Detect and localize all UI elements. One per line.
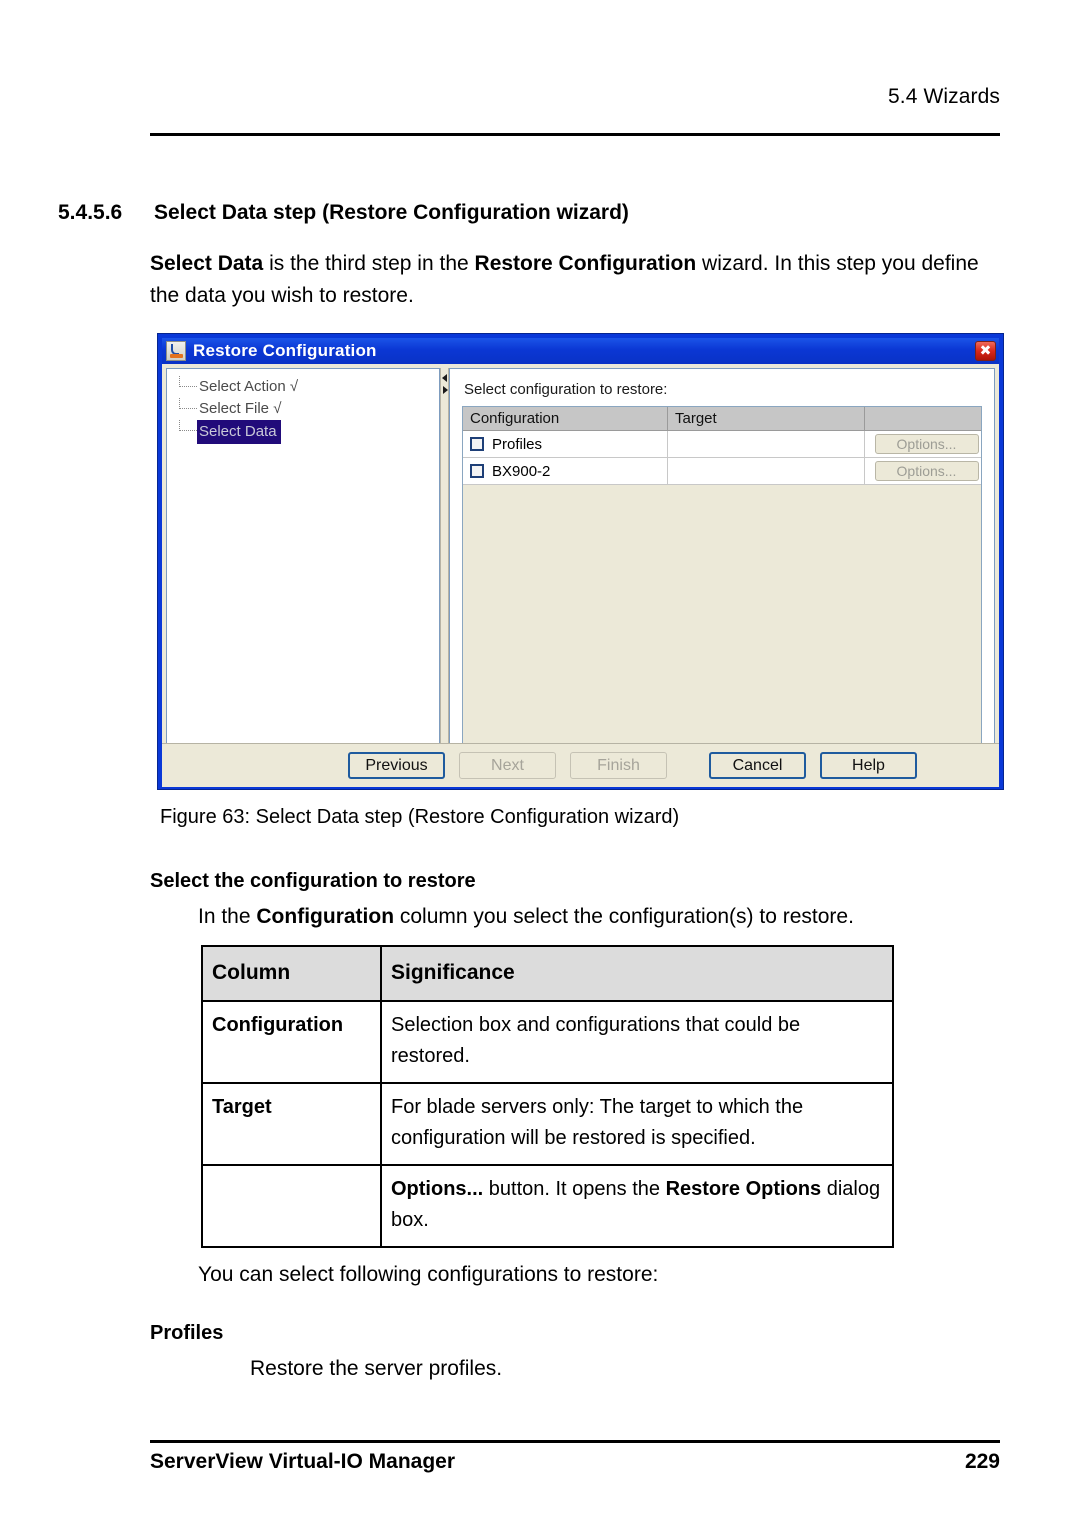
section-title: Select Data step (Restore Configuration … [154, 201, 629, 224]
options-bold-2: Restore Options [665, 1178, 822, 1200]
cell-options: Options... [865, 431, 981, 457]
cancel-button[interactable]: Cancel [709, 752, 806, 779]
cfg-text-post: column you select the configuration(s) t… [394, 905, 854, 928]
wizard-step-tree[interactable]: Select Action √ Select File √ Select Dat… [166, 368, 440, 779]
cfg-text-pre: In the [198, 905, 257, 928]
wizard-content-pane: Select configuration to restore: Configu… [449, 368, 995, 779]
column-header-configuration[interactable]: Configuration [463, 407, 668, 430]
document-page: 5.4 Wizards 5.4.5.6 Select Data step (Res… [0, 0, 1080, 1531]
section-number: 5.4.5.6 [58, 201, 123, 224]
table-row: Options... button. It opens the Restore … [201, 1164, 894, 1248]
options-bold-1: Options... [391, 1178, 484, 1200]
table-row[interactable]: Profiles Options... [463, 431, 981, 458]
tree-item-label: Select Data [197, 420, 281, 444]
table-header-row: Configuration Target [463, 407, 981, 431]
row-significance-options: Options... button. It opens the Restore … [380, 1164, 894, 1248]
figure-caption: Figure 63: Select Data step (Restore Con… [160, 806, 680, 828]
intro-bold-2: Restore Configuration [474, 252, 697, 275]
options-text-mid: button. It opens the [483, 1178, 666, 1200]
cell-options: Options... [865, 458, 981, 484]
restore-configuration-dialog: Restore Configuration ✖ Select Action √ … [157, 333, 1004, 790]
significance-table: Column Significance Configuration Select… [201, 945, 894, 1248]
cfg-text-bold: Configuration [256, 905, 395, 928]
dialog-title-bar: Restore Configuration ✖ [162, 338, 999, 364]
footer-page-number: 229 [964, 1450, 1000, 1473]
subheading-profiles: Profiles [150, 1322, 224, 1344]
next-button: Next [459, 752, 556, 779]
cell-configuration[interactable]: Profiles [463, 431, 668, 457]
table-row: Configuration Selection box and configur… [201, 1000, 894, 1084]
configuration-table[interactable]: Configuration Target Profiles Options... [462, 406, 982, 744]
cell-configuration[interactable]: BX900-2 [463, 458, 668, 484]
column-header-options[interactable] [865, 407, 981, 430]
options-button[interactable]: Options... [874, 434, 979, 454]
intro-bold-1: Select Data [150, 252, 264, 275]
configuration-name: Profiles [492, 435, 543, 453]
table-row: Target For blade servers only: The targe… [201, 1082, 894, 1166]
row-significance: For blade servers only: The target to wh… [380, 1082, 894, 1166]
dialog-title: Restore Configuration [193, 341, 377, 360]
running-head: 5.4 Wizards [888, 85, 1000, 108]
table-header-row: Column Significance [201, 945, 894, 1002]
profiles-description: Restore the server profiles. [250, 1357, 503, 1380]
cell-target[interactable] [668, 431, 865, 457]
tree-item-label: Select Action √ [199, 378, 299, 395]
tree-elbow-icon [179, 398, 197, 409]
table-empty-area [463, 485, 981, 743]
header-significance: Significance [380, 945, 894, 1002]
tree-elbow-icon [179, 376, 197, 387]
options-button[interactable]: Options... [874, 461, 979, 481]
row-column-name: Configuration [201, 1000, 382, 1084]
subheading-select-configuration: Select the configuration to restore [150, 870, 476, 892]
row-column-name [201, 1164, 382, 1248]
checkbox-icon[interactable] [470, 437, 484, 451]
configuration-column-paragraph: In the Configuration column you select t… [198, 901, 998, 933]
finish-button: Finish [570, 752, 667, 779]
configuration-name: BX900-2 [492, 462, 551, 480]
tree-elbow-icon [179, 420, 197, 431]
pane-instruction-label: Select configuration to restore: [464, 381, 668, 398]
java-coffee-cup-icon [166, 341, 186, 361]
intro-text-1: is the third step in the [263, 252, 475, 275]
cell-target[interactable] [668, 458, 865, 484]
section-heading: 5.4.5.6 Select Data step (Restore Configu… [58, 201, 629, 225]
tree-item-select-action[interactable]: Select Action √ [173, 376, 439, 398]
checkbox-icon[interactable] [470, 464, 484, 478]
dialog-body: Select Action √ Select File √ Select Dat… [162, 364, 999, 783]
row-significance: Selection box and configurations that co… [380, 1000, 894, 1084]
dialog-button-bar: Previous Next Finish Cancel Help [162, 743, 999, 787]
header-column: Column [201, 945, 382, 1002]
you-can-select-paragraph: You can select following configurations … [198, 1263, 659, 1286]
header-rule [150, 133, 1000, 136]
help-button[interactable]: Help [820, 752, 917, 779]
split-pane-divider[interactable] [440, 368, 449, 779]
table-row[interactable]: BX900-2 Options... [463, 458, 981, 485]
tree-item-select-file[interactable]: Select File √ [173, 398, 439, 420]
collapse-right-arrow-icon[interactable] [443, 386, 448, 394]
collapse-left-arrow-icon[interactable] [442, 374, 447, 382]
column-header-target[interactable]: Target [668, 407, 865, 430]
tree-item-label: Select File √ [199, 400, 282, 417]
close-icon[interactable]: ✖ [975, 341, 996, 361]
tree-item-select-data[interactable]: Select Data [173, 420, 439, 444]
footer-rule [150, 1440, 1000, 1443]
row-column-name: Target [201, 1082, 382, 1166]
previous-button[interactable]: Previous [348, 752, 445, 779]
intro-paragraph: Select Data is the third step in the Res… [150, 248, 1000, 312]
